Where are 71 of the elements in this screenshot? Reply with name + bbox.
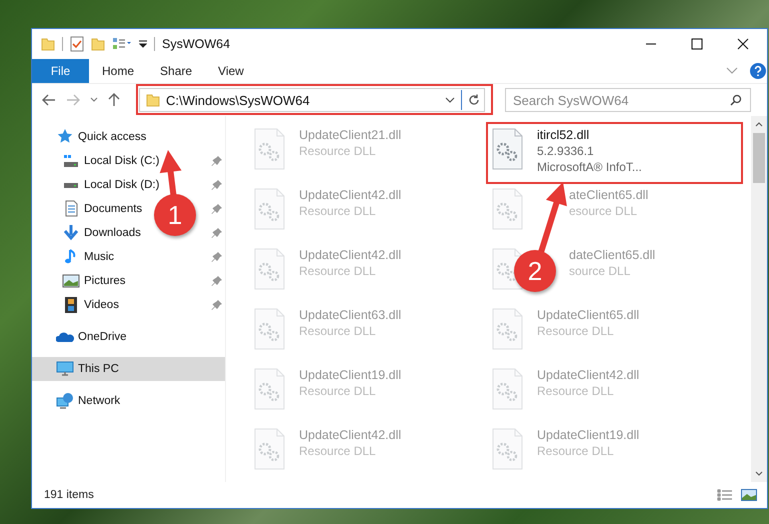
file-detail: source DLL	[569, 263, 632, 279]
scrollbar[interactable]	[751, 116, 767, 482]
customize-caret-icon[interactable]	[139, 39, 147, 49]
search-icon[interactable]	[730, 94, 742, 106]
network-icon	[56, 392, 74, 410]
picture-icon	[62, 272, 80, 290]
scroll-down-icon[interactable]	[755, 471, 763, 476]
sidebar-item[interactable]: This PC	[56, 360, 119, 378]
sidebar-item[interactable]: Local Disk (D:)	[62, 179, 160, 191]
folder-icon	[146, 93, 160, 107]
file-detail: Resource DLL	[537, 443, 615, 459]
gear-file-icon	[492, 308, 523, 350]
sidebar-item[interactable]: Network	[56, 392, 120, 410]
details-view-icon[interactable]	[717, 489, 733, 501]
gear-file-icon	[492, 428, 523, 470]
search-field[interactable]: Search SysWOW64	[505, 88, 751, 112]
gear-file-icon	[492, 368, 523, 410]
expand-ribbon-icon[interactable]	[726, 67, 738, 75]
windows-drive-icon	[63, 155, 79, 167]
sidebar-item[interactable]: Documents	[62, 200, 142, 218]
gear-file-icon	[492, 128, 523, 170]
properties-icon[interactable]	[112, 37, 132, 51]
gear-file-icon	[254, 188, 285, 230]
file-detail: Resource DLL	[537, 323, 615, 339]
monitor-icon	[56, 360, 74, 378]
file-detail: Resource DLL	[299, 203, 377, 219]
sidebar-item[interactable]: Music	[62, 248, 114, 266]
help-icon[interactable]	[750, 63, 766, 79]
sidebar-item[interactable]: Quick access	[56, 128, 146, 146]
scroll-thumb[interactable]	[753, 133, 765, 183]
file-menu-button[interactable]: File	[32, 59, 89, 83]
file-detail: Resource DLL	[299, 443, 377, 459]
file-detail: Resource DLL	[299, 263, 377, 279]
item-count: 191 items	[44, 489, 94, 501]
address-field[interactable]: C:\Windows\SysWOW64	[139, 88, 485, 112]
refresh-icon[interactable]	[468, 94, 480, 106]
gear-file-icon	[254, 308, 285, 350]
sidebar-item[interactable]: Local Disk (C:)	[62, 155, 160, 167]
dropdown-caret-icon[interactable]	[445, 97, 455, 103]
back-arrow-icon[interactable]	[42, 94, 56, 106]
ribbon-tab[interactable]: View	[205, 59, 257, 83]
gear-file-icon	[254, 248, 285, 290]
checklist-icon[interactable]	[70, 36, 84, 52]
sidebar-item[interactable]: Videos	[62, 296, 119, 314]
file-detail: Resource DLL	[299, 383, 377, 399]
gear-file-icon	[254, 368, 285, 410]
file-detail: Resource DLL	[299, 323, 377, 339]
film-strip-icon	[62, 296, 80, 314]
file-detail: Resource DLL	[537, 383, 615, 399]
close-icon[interactable]	[737, 38, 749, 50]
gear-file-icon	[492, 188, 523, 230]
ribbon-tab[interactable]: Home	[89, 59, 148, 83]
gear-file-icon	[254, 128, 285, 170]
down-arrow-icon	[62, 224, 80, 242]
gear-file-icon	[254, 428, 285, 470]
sidebar-item[interactable]: Downloads	[62, 224, 141, 242]
file-detail: MicrosoftA® InfoT...	[537, 159, 642, 175]
sidebar-item[interactable]: OneDrive	[56, 328, 127, 346]
scroll-up-icon[interactable]	[755, 122, 763, 127]
file-detail: Resource DLL	[299, 143, 377, 159]
window-title: SysWOW64	[162, 37, 230, 51]
maximize-icon[interactable]	[691, 38, 703, 50]
file-name[interactable]: itircl52.dll	[537, 128, 642, 143]
recent-caret-icon[interactable]	[90, 97, 98, 103]
large-icons-view-icon[interactable]	[741, 489, 757, 501]
file-detail: esource DLL	[569, 203, 638, 219]
up-arrow-icon[interactable]	[108, 93, 120, 107]
ribbon-tab[interactable]: Share	[147, 59, 206, 83]
drive-icon	[63, 182, 79, 188]
file-detail: 5.2.9336.1	[537, 143, 595, 159]
sidebar-item[interactable]: Pictures	[62, 272, 126, 290]
